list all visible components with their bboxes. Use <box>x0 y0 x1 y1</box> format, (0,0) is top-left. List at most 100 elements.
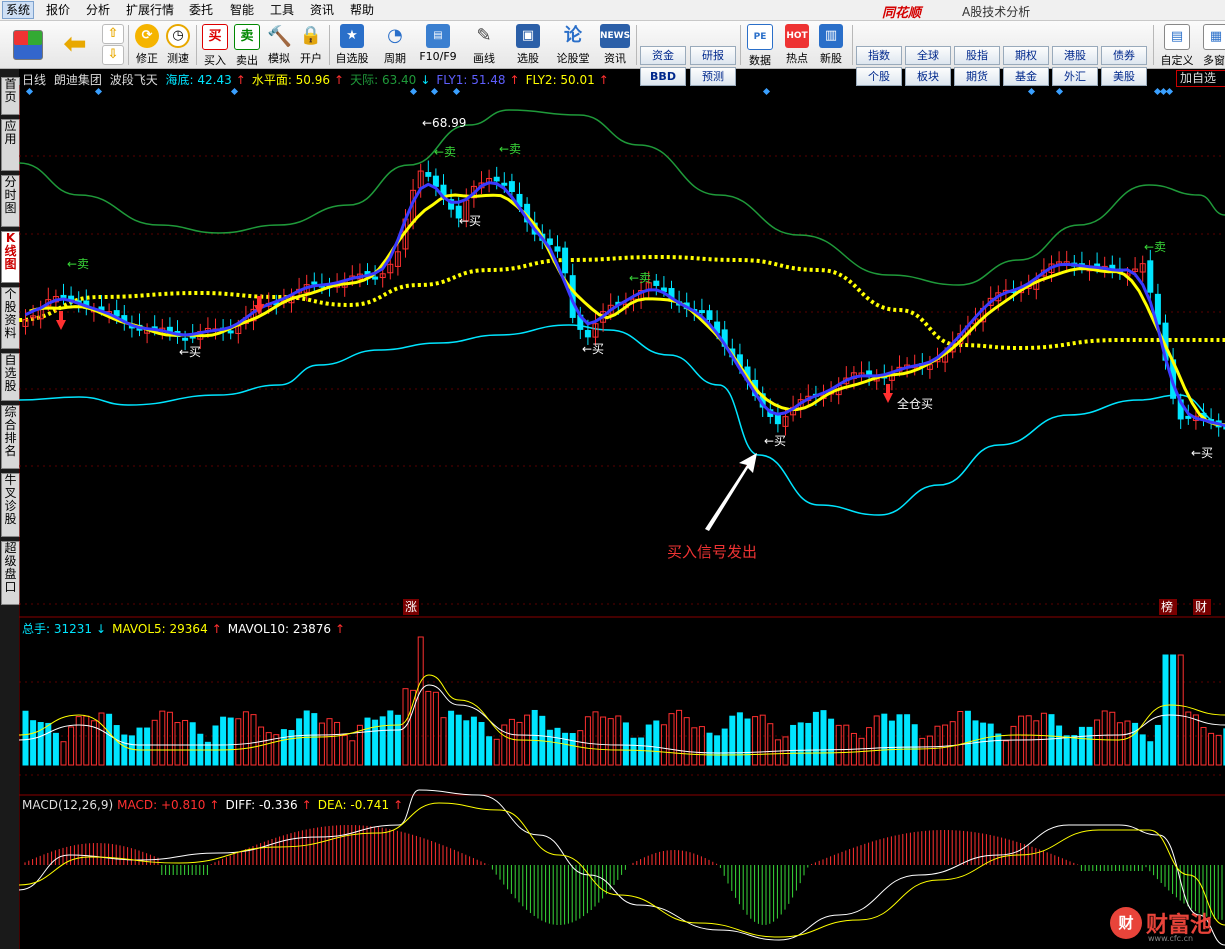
tab-watchlist[interactable]: 自选股 <box>1 353 20 401</box>
speed-test-button[interactable]: ◷ 测速 <box>162 24 194 66</box>
draw-line-button[interactable]: ✎ 画线 <box>466 24 502 66</box>
volume-bar <box>235 718 242 766</box>
btn-index[interactable]: 指数 <box>856 46 902 65</box>
menu-trade[interactable]: 委托 <box>186 2 216 18</box>
volume-bar <box>676 709 683 766</box>
f10-button[interactable]: ▤ F10/F9 <box>418 24 458 66</box>
stock-picker-button[interactable]: ▣ 选股 <box>510 24 546 66</box>
period-clock-icon: ◔ <box>387 25 403 46</box>
volume-bar <box>30 720 37 766</box>
btn-stocks[interactable]: 个股 <box>856 67 902 86</box>
volume-bar <box>638 737 645 766</box>
volume-bar <box>288 730 295 766</box>
btn-stock-index[interactable]: 股指 <box>954 46 1000 65</box>
btn-global[interactable]: 全球 <box>905 46 951 65</box>
back-button[interactable]: ⬅ <box>56 24 94 66</box>
volume-bar <box>668 713 675 766</box>
menu-extended-quotes[interactable]: 扩展行情 <box>123 2 177 18</box>
candle <box>706 310 713 320</box>
forum-button[interactable]: 论 论股堂 <box>554 24 592 66</box>
menu-analysis[interactable]: 分析 <box>83 2 113 18</box>
hot-button[interactable]: HOT 热点 <box>781 24 813 66</box>
menu-smart[interactable]: 智能 <box>227 2 257 18</box>
sell-icon: 卖 <box>234 24 260 50</box>
volume-bar <box>296 718 303 766</box>
tab-ranking[interactable]: 综合排名 <box>1 405 20 469</box>
tab-super-board[interactable]: 超级盘口 <box>1 541 20 605</box>
volume-bar <box>448 710 455 766</box>
volume-bar <box>942 724 949 766</box>
btn-hk[interactable]: 港股 <box>1052 46 1098 65</box>
menu-quote[interactable]: 报价 <box>43 2 73 18</box>
sell-marker: ←卖 <box>629 271 651 285</box>
open-account-button[interactable]: 🔒 开户 <box>295 24 327 66</box>
watchlist-button[interactable]: ★ 自选股 <box>333 24 371 66</box>
volume-bar <box>455 714 462 766</box>
period-button[interactable]: ◔ 周期 <box>377 24 413 66</box>
tab-diagnosis[interactable]: 牛叉诊股 <box>1 473 20 537</box>
tab-apps[interactable]: 应用 <box>1 119 20 171</box>
volume-bar <box>493 738 500 766</box>
tab-home[interactable]: 首页 <box>1 77 20 115</box>
btn-forecast[interactable]: 预测 <box>690 67 736 86</box>
btn-bonds[interactable]: 债券 <box>1101 46 1147 65</box>
simulate-button[interactable]: 🔨 模拟 <box>263 24 295 66</box>
candle <box>425 172 432 177</box>
btn-research[interactable]: 研报 <box>690 46 736 65</box>
tab-kline[interactable]: K线图 <box>1 231 20 283</box>
tab-stock-profile[interactable]: 个股资料 <box>1 287 20 349</box>
side-tab-panel: 首页 应用 分时图 K线图 个股资料 自选股 综合排名 牛叉诊股 超级盘口 <box>0 69 20 949</box>
multi-window-label: 多窗 <box>1203 54 1225 66</box>
volume-bar <box>128 735 135 766</box>
buy-button[interactable]: 买 买入 <box>199 24 231 67</box>
btn-bbd[interactable]: BBD <box>640 67 686 86</box>
volume-bar <box>341 734 348 766</box>
buy-arrow-icon <box>56 311 66 330</box>
tab-intraday[interactable]: 分时图 <box>1 175 20 227</box>
volume-bar <box>820 710 827 766</box>
volume-bar <box>326 718 333 766</box>
btn-fund-flow[interactable]: 资金 <box>640 46 686 65</box>
btn-us-stocks[interactable]: 美股 <box>1101 67 1147 86</box>
news-icon: NEWS <box>600 24 630 48</box>
data-button[interactable]: PE 数据 <box>744 24 776 67</box>
layout-button[interactable] <box>8 24 48 66</box>
btn-funds[interactable]: 基金 <box>1003 67 1049 86</box>
btn-forex[interactable]: 外汇 <box>1052 67 1098 86</box>
correct-button[interactable]: ⟳ 修正 <box>131 24 163 66</box>
btn-futures[interactable]: 期货 <box>954 67 1000 86</box>
sell-button[interactable]: 卖 卖出 <box>231 24 263 67</box>
news-button[interactable]: NEWS 资讯 <box>598 24 632 66</box>
btn-options[interactable]: 期权 <box>1003 46 1049 65</box>
menu-system[interactable]: 系统 <box>2 1 35 19</box>
volume-bar <box>828 718 835 766</box>
watermark-url: www.cfc.cn <box>1148 934 1194 943</box>
sell-marker: ←卖 <box>434 145 456 159</box>
volume-bar <box>995 733 1002 766</box>
multi-window-button[interactable]: ▦ 多窗 <box>1203 24 1225 66</box>
candle <box>1147 260 1154 293</box>
ipo-button[interactable]: ▥ 新股 <box>815 24 847 66</box>
volume-bar <box>531 709 538 766</box>
volume-bar <box>387 710 394 766</box>
volume-bar <box>250 714 257 766</box>
volume-bar <box>1185 711 1192 766</box>
arrow-up-icon: ⇧ <box>102 24 124 44</box>
customize-button[interactable]: ▤ 自定义 <box>1158 24 1196 67</box>
lock-icon: 🔒 <box>299 25 323 46</box>
volume-bar <box>729 715 736 766</box>
candle <box>311 281 318 285</box>
menu-tools[interactable]: 工具 <box>267 2 297 18</box>
tab-apps-label: 应用 <box>4 119 17 146</box>
volume-bar <box>546 729 553 766</box>
kline-chart[interactable]: ←卖 ←卖←卖←卖←卖←买←买←买←买←买←68.99全仓买涨榜财 <box>19 85 1225 949</box>
menu-news[interactable]: 资讯 <box>307 2 337 18</box>
menu-help[interactable]: 帮助 <box>347 2 377 18</box>
tab-watchlist-label: 自选股 <box>4 353 17 393</box>
bang-tag: 榜 <box>1161 599 1173 614</box>
volume-bar <box>767 723 774 766</box>
candle <box>546 238 553 245</box>
btn-sectors[interactable]: 板块 <box>905 67 951 86</box>
volume-bar <box>425 690 432 766</box>
candle <box>60 294 67 298</box>
